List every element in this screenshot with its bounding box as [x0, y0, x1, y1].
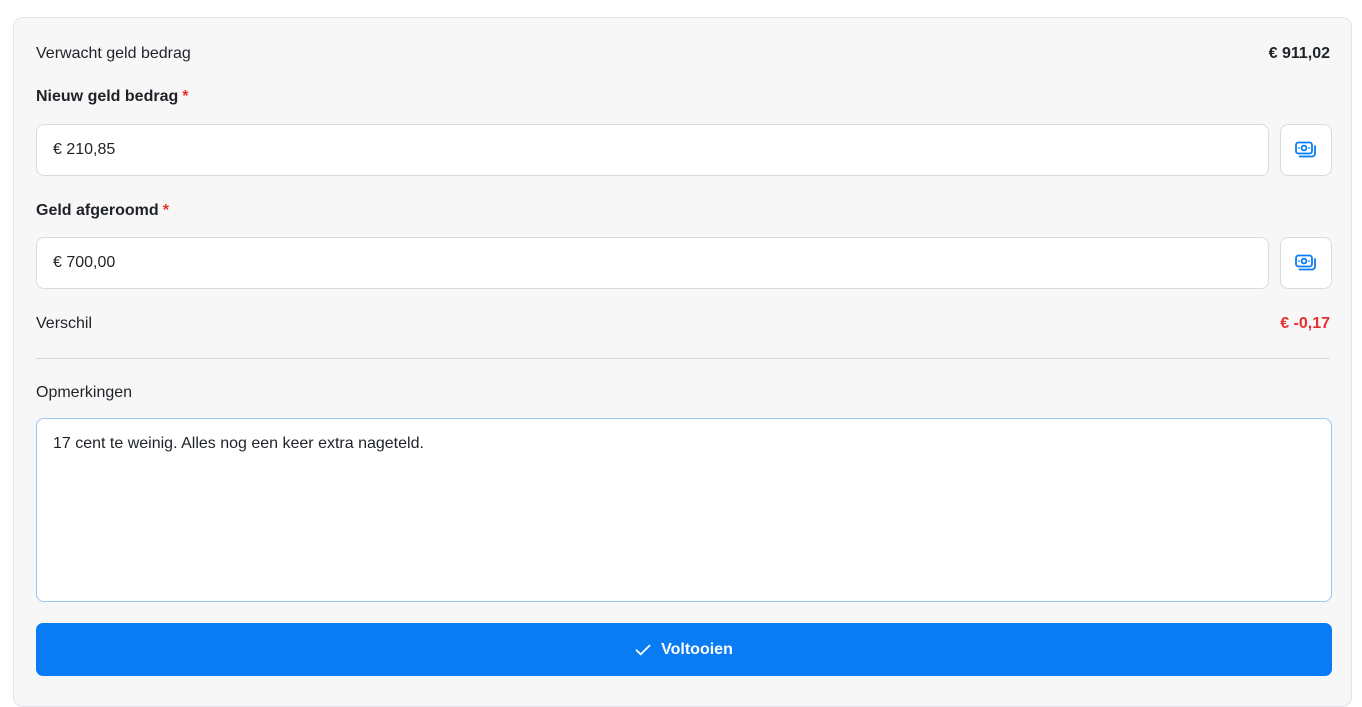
skimmed-amount-label: Geld afgeroomd * [36, 202, 169, 220]
required-mark: * [162, 202, 169, 219]
skimmed-amount-input[interactable] [36, 237, 1269, 289]
cash-count-card: Verwacht geld bedrag € 911,02 Nieuw geld… [13, 17, 1352, 707]
skimmed-amount-label-text: Geld afgeroomd [36, 202, 159, 219]
notes-textarea[interactable]: 17 cent te weinig. Alles nog een keer ex… [36, 418, 1332, 602]
divider [36, 358, 1330, 359]
new-amount-input[interactable] [36, 124, 1269, 176]
cash-icon [1295, 254, 1316, 271]
check-icon [635, 644, 651, 655]
difference-row: Verschil € -0,17 [36, 312, 1330, 336]
difference-label: Verschil [36, 315, 93, 332]
complete-button-label: Voltooien [661, 640, 733, 658]
expected-amount-value: € 911,02 [1268, 45, 1330, 62]
new-amount-label: Nieuw geld bedrag * [36, 88, 188, 106]
required-mark: * [182, 88, 189, 105]
new-amount-row [36, 124, 1332, 176]
difference-value: € -0,17 [1280, 315, 1330, 332]
skimmed-amount-row [36, 237, 1332, 289]
skimmed-amount-cash-button[interactable] [1280, 237, 1332, 289]
new-amount-cash-button[interactable] [1280, 124, 1332, 176]
new-amount-label-text: Nieuw geld bedrag [36, 88, 179, 105]
cash-icon [1295, 141, 1316, 158]
notes-label: Opmerkingen [36, 384, 133, 401]
complete-button[interactable]: Voltooien [36, 623, 1332, 676]
expected-amount-label: Verwacht geld bedrag [36, 45, 191, 62]
expected-amount-row: Verwacht geld bedrag € 911,02 [36, 42, 1330, 66]
